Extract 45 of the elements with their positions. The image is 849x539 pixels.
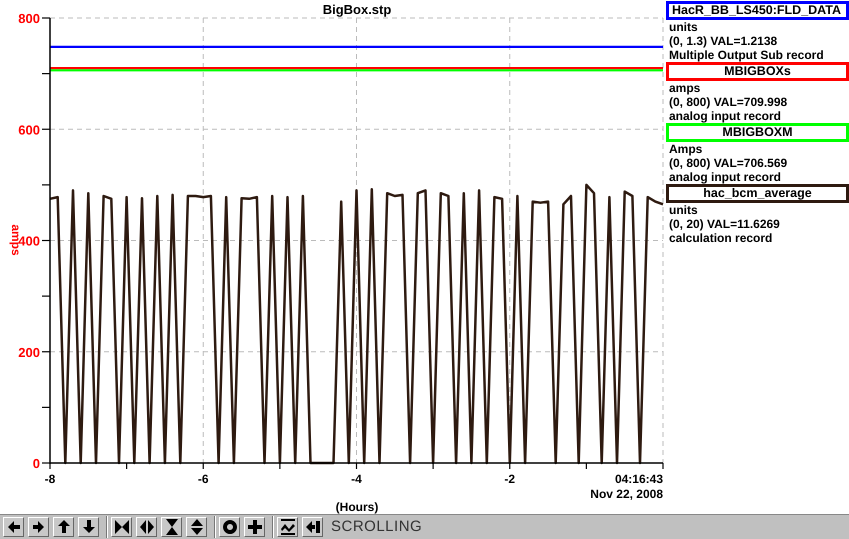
units-label: amps bbox=[668, 81, 702, 95]
circle-button[interactable] bbox=[219, 517, 240, 537]
trace-name-label[interactable]: MBIGBOXM bbox=[666, 123, 849, 142]
chart-title: BigBox.stp bbox=[322, 2, 392, 17]
units-label: units bbox=[668, 20, 699, 34]
x-tick-label: -6 bbox=[198, 472, 209, 486]
y-tick-label: 400 bbox=[18, 234, 40, 248]
range-value-label: (0, 20) VAL=11.6269 bbox=[668, 217, 781, 231]
units-label: units bbox=[668, 203, 699, 217]
range-value-label: (0, 1.3) VAL=1.2138 bbox=[668, 34, 778, 48]
diamond-split-button[interactable] bbox=[136, 517, 157, 537]
x-tick-label: -8 bbox=[44, 472, 56, 486]
record-type-label: Multiple Output Sub record bbox=[668, 48, 825, 62]
range-value-label: (0, 800) VAL=706.569 bbox=[668, 156, 788, 170]
arrow-down-button[interactable] bbox=[78, 517, 99, 537]
arrow-up-button[interactable] bbox=[53, 517, 74, 537]
bowtie-button[interactable] bbox=[111, 517, 132, 537]
y-tick-label: 600 bbox=[18, 122, 40, 138]
x-tick-label: -4 bbox=[351, 472, 362, 486]
y-tick-label: 0 bbox=[32, 456, 40, 471]
plus-button[interactable] bbox=[244, 517, 265, 537]
end-time-label: 04:16:43 bbox=[614, 472, 663, 486]
mode-status-label: SCROLLING bbox=[330, 520, 422, 534]
y-tick-label: 200 bbox=[18, 344, 40, 360]
range-value-label: (0, 800) VAL=709.998 bbox=[668, 95, 788, 109]
record-type-label: analog input record bbox=[668, 170, 782, 184]
trace-name-label[interactable]: HacR_BB_LS450:FLD_DATA bbox=[666, 1, 849, 20]
plus-icon bbox=[246, 517, 264, 537]
arrow-right-button[interactable] bbox=[28, 517, 49, 537]
trace-name-label[interactable]: MBIGBOXs bbox=[666, 62, 849, 81]
wave-button[interactable] bbox=[277, 517, 298, 537]
arrow-left-button[interactable] bbox=[3, 517, 24, 537]
x-tick-label: -2 bbox=[504, 472, 516, 486]
bowtie-icon bbox=[112, 517, 130, 537]
diamond-stack-button[interactable] bbox=[186, 517, 207, 537]
x-axis-title: (Hours) bbox=[336, 500, 378, 514]
record-type-label: calculation record bbox=[668, 231, 774, 245]
trace-name-label[interactable]: hac_bcm_average bbox=[666, 184, 849, 203]
y-tick-label: 800 bbox=[18, 11, 40, 26]
units-label: Amps bbox=[668, 142, 704, 156]
end-date-label: Nov 22, 2008 bbox=[590, 487, 663, 501]
record-type-label: analog input record bbox=[668, 109, 782, 123]
wave-icon bbox=[278, 517, 296, 537]
back-arrow-button[interactable] bbox=[302, 517, 323, 537]
hourglass-button[interactable] bbox=[161, 517, 182, 537]
